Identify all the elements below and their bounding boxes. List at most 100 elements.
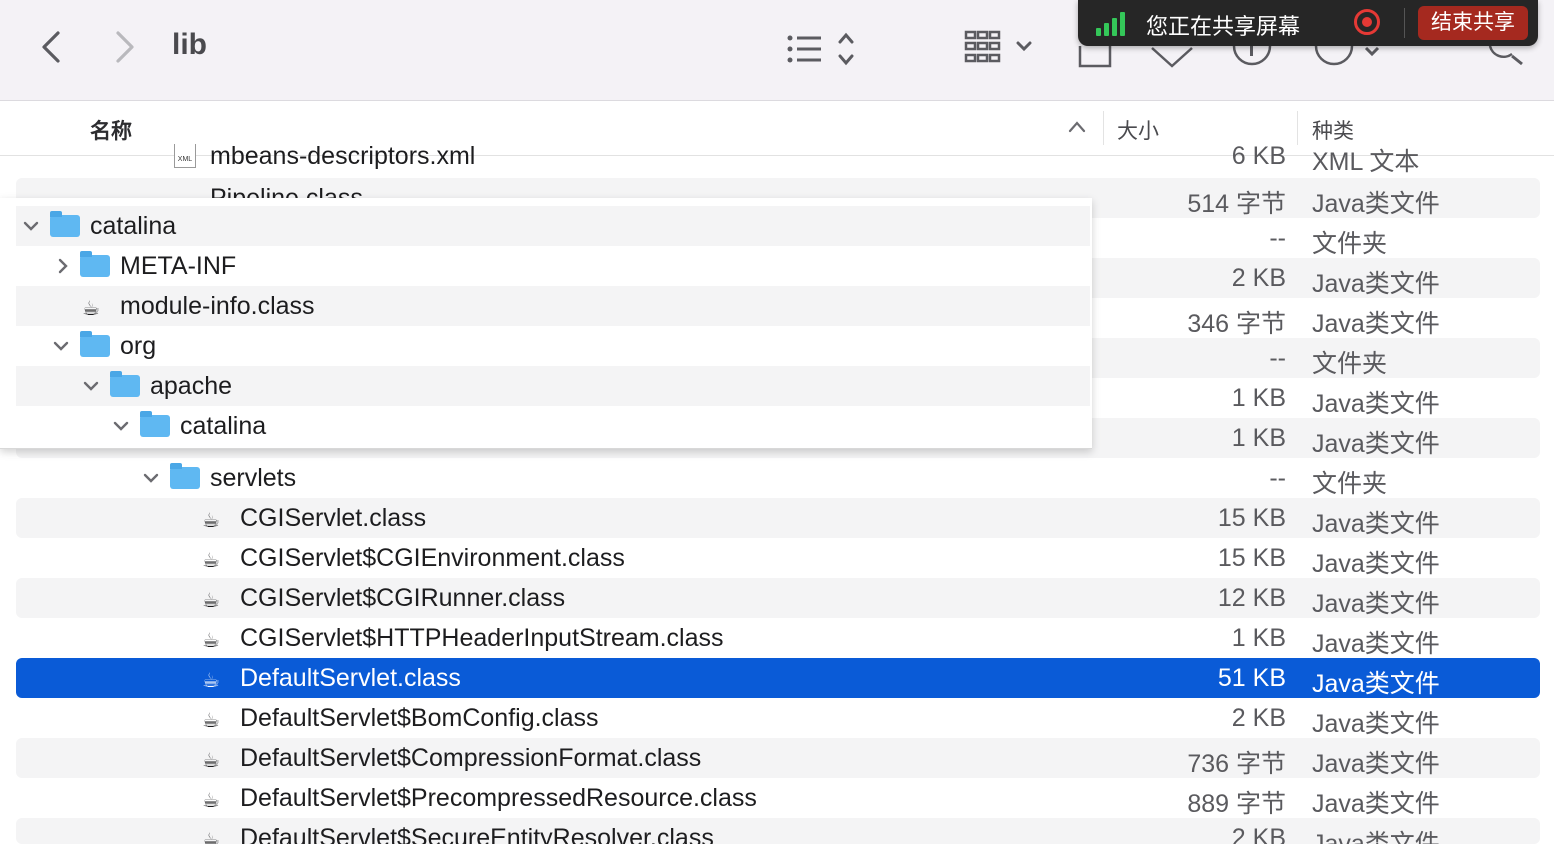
file-name: CGIServlet$CGIRunner.class xyxy=(240,584,566,612)
file-name: CGIServlet$HTTPHeaderInputStream.class xyxy=(240,624,724,652)
file-size: 51 KB xyxy=(1217,664,1286,692)
tree-item[interactable]: ☕ module-info.class xyxy=(16,286,1090,326)
file-size: 736 字节 xyxy=(1187,750,1286,778)
list-item[interactable]: ☕ DefaultServlet$CompressionFormat.class… xyxy=(16,738,1540,778)
tag-icon[interactable] xyxy=(1150,44,1194,75)
file-kind: XML 文本 xyxy=(1312,148,1420,174)
folder-icon xyxy=(170,463,200,489)
xml-file-icon: XML xyxy=(174,144,196,168)
java-class-icon: ☕ xyxy=(82,298,100,320)
file-size: 15 KB xyxy=(1217,504,1286,532)
tree-item[interactable]: catalina xyxy=(16,406,1090,446)
file-kind: Java类文件 xyxy=(1312,390,1440,418)
java-class-icon: ☕ xyxy=(202,510,220,532)
tree-item[interactable]: apache xyxy=(16,366,1090,406)
forward-icon[interactable] xyxy=(110,30,138,69)
folder-name: org xyxy=(120,332,157,360)
window-title: lib xyxy=(172,28,207,61)
tree-item[interactable]: catalina xyxy=(16,206,1090,246)
file-size: 1 KB xyxy=(1231,424,1286,452)
folder-name: apache xyxy=(150,372,233,400)
column-divider[interactable] xyxy=(1103,111,1104,145)
share-status-text: 您正在共享屏幕 xyxy=(1146,14,1301,39)
file-size: -- xyxy=(1269,344,1286,372)
file-kind: Java类文件 xyxy=(1312,710,1440,738)
file-kind: Java类文件 xyxy=(1312,310,1440,338)
file-name: DefaultServlet$BomConfig.class xyxy=(240,704,599,732)
folder-icon xyxy=(110,371,140,397)
file-kind: 文件夹 xyxy=(1312,350,1388,378)
folder-icon xyxy=(80,251,110,277)
file-size: 346 字节 xyxy=(1187,310,1286,338)
file-size: 889 字节 xyxy=(1187,790,1286,818)
list-item[interactable]: ☕ CGIServlet$HTTPHeaderInputStream.class… xyxy=(16,618,1540,658)
java-class-icon: ☕ xyxy=(202,590,220,612)
list-item[interactable]: ☕ CGIServlet.class 15 KB Java类文件 xyxy=(16,498,1540,538)
file-name: CGIServlet.class xyxy=(240,504,427,532)
column-size-header[interactable]: 大小 xyxy=(1117,115,1159,145)
file-kind: Java类文件 xyxy=(1312,830,1440,844)
file-size: 2 KB xyxy=(1231,264,1286,292)
chevron-down-icon[interactable] xyxy=(22,212,40,248)
end-share-button[interactable]: 结束共享 xyxy=(1418,6,1528,40)
signal-icon xyxy=(1096,12,1126,41)
file-name: DefaultServlet$SecureEntityResolver.clas… xyxy=(240,824,714,844)
file-size: 15 KB xyxy=(1217,544,1286,572)
file-kind: Java类文件 xyxy=(1312,190,1440,218)
column-name-header[interactable]: 名称 xyxy=(90,115,132,145)
list-item[interactable]: ☕ DefaultServlet$PrecompressedResource.c… xyxy=(16,778,1540,818)
more-icon[interactable] xyxy=(1314,44,1384,75)
file-kind: Java类文件 xyxy=(1312,750,1440,778)
list-item[interactable]: ☕ CGIServlet$CGIEnvironment.class 15 KB … xyxy=(16,538,1540,578)
chevron-down-icon[interactable] xyxy=(142,464,160,500)
info-icon[interactable] xyxy=(1232,44,1272,75)
tree-item[interactable]: META-INF xyxy=(16,246,1090,286)
java-class-icon: ☕ xyxy=(202,550,220,572)
tree-item[interactable]: org xyxy=(16,326,1090,366)
file-size: 2 KB xyxy=(1231,824,1286,844)
file-name: CGIServlet$CGIEnvironment.class xyxy=(240,544,625,572)
file-size: 12 KB xyxy=(1217,584,1286,612)
file-size: 2 KB xyxy=(1231,704,1286,732)
file-size: -- xyxy=(1269,464,1286,492)
folder-name: catalina xyxy=(90,212,177,240)
folder-name: META-INF xyxy=(120,252,237,280)
list-item[interactable]: servlets -- 文件夹 xyxy=(16,458,1540,498)
folder-icon xyxy=(140,411,170,437)
list-item[interactable]: ☕ DefaultServlet$SecureEntityResolver.cl… xyxy=(16,818,1540,844)
column-kind-header[interactable]: 种类 xyxy=(1312,115,1354,145)
file-name: module-info.class xyxy=(120,292,315,320)
list-item[interactable]: XML mbeans-descriptors.xml 6 KB XML 文本 xyxy=(16,144,1540,174)
file-size: -- xyxy=(1269,224,1286,252)
share-icon[interactable] xyxy=(1078,44,1112,75)
chevron-right-icon[interactable] xyxy=(54,252,72,288)
folder-icon xyxy=(80,331,110,357)
file-name: DefaultServlet.class xyxy=(240,664,461,692)
chevron-down-icon[interactable] xyxy=(82,372,100,408)
java-class-icon: ☕ xyxy=(202,790,220,812)
path-tree-overlay: catalina META-INF ☕ module-info.class or… xyxy=(0,198,1092,449)
java-class-icon: ☕ xyxy=(202,750,220,772)
list-item[interactable]: ☕ DefaultServlet$BomConfig.class 2 KB Ja… xyxy=(16,698,1540,738)
back-icon[interactable] xyxy=(38,30,66,69)
file-kind: Java类文件 xyxy=(1312,590,1440,618)
chevron-down-icon[interactable] xyxy=(112,412,130,448)
file-kind: Java类文件 xyxy=(1312,430,1440,458)
record-icon[interactable] xyxy=(1354,9,1380,35)
search-icon[interactable] xyxy=(1486,44,1526,73)
list-view-icon[interactable] xyxy=(786,32,858,71)
file-name: servlets xyxy=(210,464,297,492)
group-view-icon[interactable] xyxy=(964,30,1038,71)
file-size: 6 KB xyxy=(1231,144,1286,170)
file-kind: Java类文件 xyxy=(1312,790,1440,818)
chevron-down-icon[interactable] xyxy=(52,332,70,368)
file-name: DefaultServlet$CompressionFormat.class xyxy=(240,744,702,772)
screen-share-bar: 您正在共享屏幕 结束共享 xyxy=(1078,0,1538,46)
file-kind: Java类文件 xyxy=(1312,550,1440,578)
column-divider[interactable] xyxy=(1297,111,1298,145)
list-item[interactable]: ☕ CGIServlet$CGIRunner.class 12 KB Java类… xyxy=(16,578,1540,618)
file-name: DefaultServlet$PrecompressedResource.cla… xyxy=(240,784,757,812)
file-size: 514 字节 xyxy=(1187,190,1286,218)
sort-ascending-icon[interactable] xyxy=(1068,119,1086,138)
selected-list-item[interactable]: ☕ DefaultServlet.class 51 KB Java类文件 xyxy=(16,658,1540,698)
